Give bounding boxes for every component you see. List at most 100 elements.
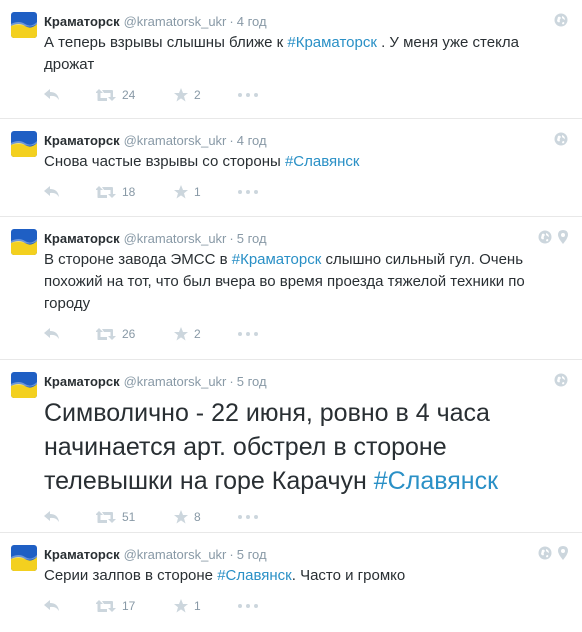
tweet[interactable]: Краматорск @kramatorsk_ukr · 5 год Симво… [0,360,582,533]
display-name[interactable]: Краматорск [44,374,120,389]
username[interactable]: @kramatorsk_ukr [124,231,227,246]
username[interactable]: @kramatorsk_ukr [124,133,227,148]
more-button[interactable] [238,515,258,519]
more-button[interactable] [238,93,258,97]
more-icon [238,515,258,519]
reply-button[interactable] [44,328,96,340]
reply-button[interactable] [44,600,96,612]
more-icon [238,190,258,194]
timestamp[interactable]: 5 год [237,374,267,389]
favorite-button[interactable]: 1 [174,185,238,199]
retweet-button[interactable]: 26 [96,327,174,341]
tweet-text: В стороне завода ЭМСС в #Краматорск слыш… [44,249,568,315]
star-icon [174,599,188,613]
separator: · [229,373,234,389]
avatar[interactable] [11,372,37,398]
tweet-actions: 26 2 [44,315,568,353]
separator: · [229,546,234,562]
tweet[interactable]: Краматорск @kramatorsk_ukr · 4 год Снова… [0,119,582,217]
timeline: Краматорск @kramatorsk_ukr · 4 год А теп… [0,0,582,632]
globe-icon[interactable] [554,132,568,146]
tweet-header: Краматорск @kramatorsk_ukr · 5 год [44,370,568,392]
tweet-header: Краматорск @kramatorsk_ukr · 4 год [44,129,568,151]
favorite-count: 8 [194,510,201,524]
tweet-corner-icons [538,546,568,560]
avatar[interactable] [11,229,37,255]
tweet[interactable]: Краматорск @kramatorsk_ukr · 4 год А теп… [0,0,582,119]
tweet-actions: 17 1 [44,587,568,625]
favorite-count: 2 [194,88,201,102]
tweet-text: Снова частые взрывы со стороны #Славянск [44,151,568,173]
tweet-header: Краматорск @kramatorsk_ukr · 5 год [44,543,568,565]
tweet-header: Краматорск @kramatorsk_ukr · 4 год [44,10,568,32]
favorite-button[interactable]: 8 [174,510,238,524]
tweet-actions: 51 8 [44,498,568,536]
tweet-corner-icons [554,132,568,146]
more-icon [238,93,258,97]
username[interactable]: @kramatorsk_ukr [124,374,227,389]
tweet-actions: 18 1 [44,173,568,211]
reply-button[interactable] [44,186,96,198]
reply-icon [44,511,59,522]
retweet-button[interactable]: 24 [96,88,174,102]
retweet-icon [96,510,116,523]
reply-button[interactable] [44,511,96,523]
tweet[interactable]: Краматорск @kramatorsk_ukr · 5 год В сто… [0,217,582,360]
globe-icon[interactable] [554,13,568,27]
favorite-button[interactable]: 2 [174,327,238,341]
separator: · [229,230,234,246]
tweet-header: Краматорск @kramatorsk_ukr · 5 год [44,227,568,249]
favorite-count: 1 [194,599,201,613]
hashtag-link[interactable]: #Краматорск [232,251,322,268]
username[interactable]: @kramatorsk_ukr [124,547,227,562]
more-button[interactable] [238,332,258,336]
avatar[interactable] [11,545,37,571]
more-button[interactable] [238,604,258,608]
location-pin-icon[interactable] [558,230,568,244]
tweet-actions: 24 2 [44,76,568,114]
star-icon [174,327,188,341]
reply-button[interactable] [44,89,96,101]
hashtag-link[interactable]: #Славянск [285,153,360,170]
reply-icon [44,89,59,100]
timestamp[interactable]: 5 год [237,547,267,562]
tweet-text: А теперь взрывы слышны ближе к #Краматор… [44,32,568,76]
tweet[interactable]: Краматорск @kramatorsk_ukr · 5 год Серии… [0,533,582,632]
display-name[interactable]: Краматорск [44,14,120,29]
star-icon [174,185,188,199]
favorite-button[interactable]: 2 [174,88,238,102]
location-pin-icon[interactable] [558,546,568,560]
tweet-text-part: . Часто и громко [291,567,406,584]
star-icon [174,88,188,102]
retweet-button[interactable]: 18 [96,185,174,199]
retweet-button[interactable]: 51 [96,510,174,524]
avatar[interactable] [11,131,37,157]
retweet-button[interactable]: 17 [96,599,174,613]
display-name[interactable]: Краматорск [44,547,120,562]
username[interactable]: @kramatorsk_ukr [124,14,227,29]
avatar[interactable] [11,12,37,38]
hashtag-link[interactable]: #Славянск [217,567,292,584]
retweet-count: 17 [122,599,136,613]
tweet-corner-icons [538,230,568,244]
retweet-icon [96,599,116,612]
globe-icon[interactable] [554,373,568,387]
tweet-text-part: Снова частые взрывы со стороны [44,153,285,170]
favorite-count: 1 [194,185,201,199]
display-name[interactable]: Краматорск [44,133,120,148]
hashtag-link[interactable]: #Славянск [374,467,498,495]
more-icon [238,332,258,336]
tweet-text: Серии залпов в стороне #Славянск. Часто … [44,565,568,587]
reply-icon [44,186,59,197]
hashtag-link[interactable]: #Краматорск [287,34,377,51]
timestamp[interactable]: 4 год [237,14,267,29]
display-name[interactable]: Краматорск [44,231,120,246]
favorite-button[interactable]: 1 [174,599,238,613]
timestamp[interactable]: 5 год [237,231,267,246]
timestamp[interactable]: 4 год [237,133,267,148]
globe-icon[interactable] [538,230,552,244]
tweet-text-part: В стороне завода ЭМСС в [44,251,232,268]
more-button[interactable] [238,190,258,194]
globe-icon[interactable] [538,546,552,560]
tweet-text-part: А теперь взрывы слышны ближе к [44,34,288,51]
